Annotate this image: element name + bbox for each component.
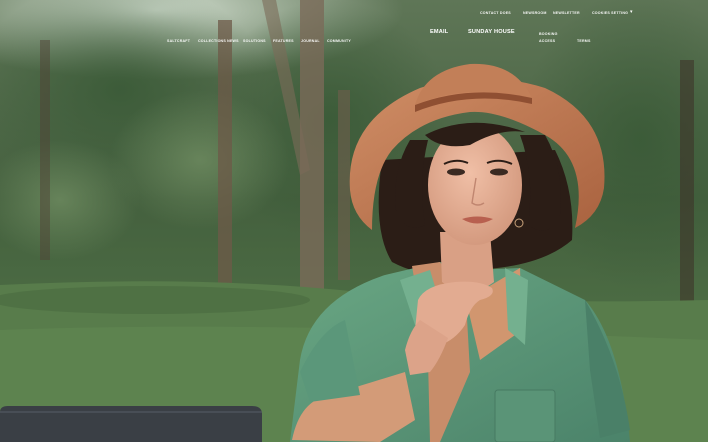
nav-link-3[interactable]: SOLUTIONS <box>243 39 266 43</box>
nav-right-link-2[interactable]: NEWSROOM <box>523 11 547 15</box>
nav-link-2[interactable]: COLLECTIONS NEWS <box>198 39 239 43</box>
nav-link-1[interactable]: SALTCRAFT <box>167 39 190 43</box>
nav-right-link-6[interactable]: ACCESS <box>539 39 555 43</box>
nav-right-link-3[interactable]: NEWSLETTER <box>553 11 580 15</box>
nav-right-link-5[interactable]: BOOKING <box>539 32 558 36</box>
nav-right-link-7[interactable]: TERMS <box>577 39 591 43</box>
nav-right-link-4[interactable]: COOKIES SETTING <box>592 11 628 15</box>
brand-prefix: EMAIL <box>430 29 449 35</box>
nav-right-link-1[interactable]: CONTACT DOES <box>480 11 511 15</box>
brand-logo[interactable]: SUNDAY HOUSE <box>468 29 515 35</box>
nav-link-4[interactable]: FEATURES <box>273 39 294 43</box>
menu-icon[interactable]: ▾ <box>630 9 633 15</box>
hero-photo <box>0 0 708 442</box>
nav-link-6[interactable]: COMMUNITY <box>327 39 351 43</box>
nav-link-5[interactable]: JOURNAL <box>301 39 320 43</box>
